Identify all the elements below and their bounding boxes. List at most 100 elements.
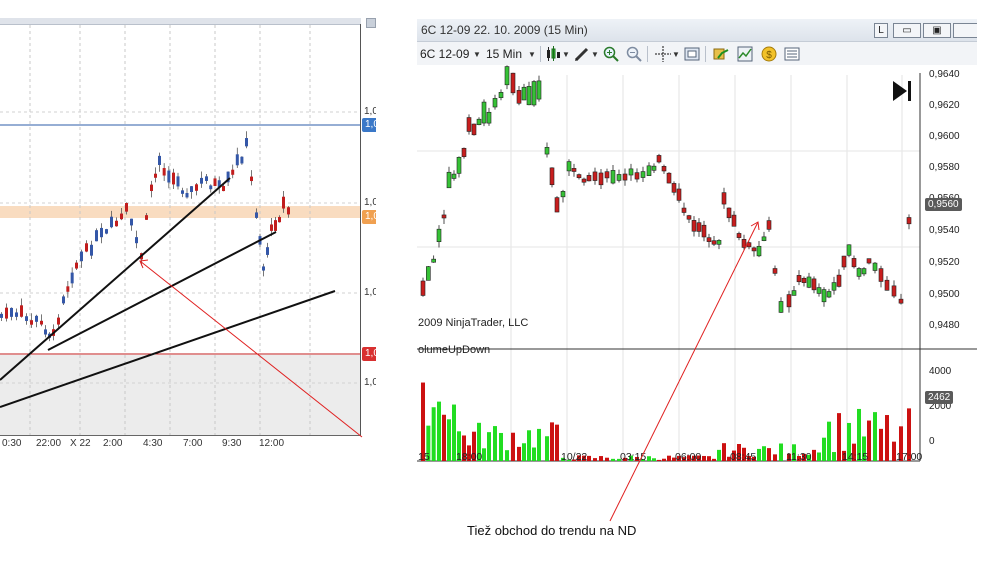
- left-candle: [287, 207, 290, 215]
- candle: [801, 277, 807, 283]
- candle: [778, 301, 784, 313]
- left-price-label: 1,0: [364, 287, 376, 298]
- left-candlestick-chart: [0, 25, 360, 435]
- left-candle: [278, 216, 281, 223]
- left-candle: [25, 316, 28, 321]
- volume-bar: [837, 413, 841, 461]
- price-axis-label: 0,9600: [929, 131, 960, 142]
- toolbar-separator: [647, 46, 648, 62]
- left-time-label: 9:30: [222, 438, 242, 449]
- candle: [851, 258, 857, 268]
- volume-bar: [812, 449, 816, 461]
- candle: [786, 294, 792, 308]
- left-time-label: 12:00: [259, 438, 285, 449]
- candle: [622, 173, 628, 181]
- candle: [628, 168, 634, 176]
- pencil-icon[interactable]: [574, 46, 590, 62]
- crosshair-dropdown-icon[interactable]: ▼: [672, 50, 680, 59]
- minimize-button[interactable]: ▭: [893, 23, 921, 38]
- candle: [696, 222, 702, 232]
- drawing-tools-dropdown-icon[interactable]: ▼: [591, 50, 599, 59]
- left-time-label: 2:00: [103, 438, 123, 449]
- volume-bar: [873, 412, 877, 461]
- interval-dropdown-icon[interactable]: ▼: [528, 50, 536, 59]
- candle: [504, 66, 510, 86]
- left-candle: [235, 154, 239, 166]
- candle: [898, 298, 904, 304]
- left-price-tag-orange: 1,0: [362, 210, 376, 224]
- candle: [549, 167, 555, 186]
- left-candle: [245, 138, 248, 147]
- left-window-button[interactable]: [366, 18, 376, 28]
- coin-icon[interactable]: $: [761, 46, 777, 62]
- left-time-axis-line: [0, 435, 360, 436]
- volume-bar: [717, 449, 721, 461]
- chart-background: [417, 65, 977, 469]
- candle: [872, 262, 878, 271]
- volume-bar: [593, 458, 597, 461]
- candle: [731, 214, 737, 227]
- volume-bar: [652, 458, 656, 461]
- chart-style-dropdown-icon[interactable]: ▼: [562, 50, 570, 59]
- candle: [706, 237, 712, 242]
- left-candle: [100, 227, 103, 238]
- volume-bar: [499, 432, 503, 461]
- candle: [451, 173, 457, 179]
- candlestick-icon[interactable]: [545, 46, 561, 62]
- left-candle: [80, 251, 83, 262]
- left-candle: [125, 203, 128, 212]
- window-title-bar[interactable]: 6C 12-09 22. 10. 2009 (15 Min) L ▭ ▣: [417, 19, 977, 42]
- left-candle: [95, 230, 98, 242]
- left-candle: [167, 170, 171, 183]
- candle: [686, 215, 692, 220]
- left-candle: [90, 244, 93, 256]
- left-candle: [213, 178, 217, 187]
- maximize-button[interactable]: ▣: [923, 23, 951, 38]
- left-candle: [266, 247, 269, 255]
- zoom-in-icon[interactable]: [603, 46, 619, 62]
- crosshair-icon[interactable]: [655, 46, 671, 62]
- left-time-label: 4:30: [143, 438, 163, 449]
- chart-toolbar: 6C 12-09 ▼ 15 Min ▼ ▼ ▼ ▼ $: [417, 42, 977, 66]
- left-candle: [105, 229, 108, 234]
- strategy-icon[interactable]: [713, 46, 729, 62]
- zoom-out-icon[interactable]: [626, 46, 642, 62]
- candle: [640, 171, 646, 178]
- instrument-selector[interactable]: 6C 12-09: [420, 47, 469, 61]
- candle: [711, 240, 717, 245]
- candle: [826, 291, 832, 298]
- volume-bar: [437, 401, 441, 461]
- volume-bar: [522, 443, 526, 461]
- left-chart-panel: 1,0 1,0 1,0 1,0 1,0 1,0 1,0 0:30 22:00 X…: [0, 0, 376, 455]
- candle: [531, 81, 537, 106]
- properties-icon[interactable]: [684, 46, 700, 62]
- candle: [766, 220, 772, 230]
- interval-selector[interactable]: 15 Min: [486, 47, 522, 61]
- left-candle: [158, 155, 161, 165]
- volume-axis-label: 4000: [929, 366, 952, 377]
- volume-bar: [431, 407, 436, 461]
- left-candle: [282, 196, 285, 209]
- time-axis-label: 18:00: [456, 451, 483, 463]
- close-button[interactable]: [953, 23, 977, 38]
- candle: [576, 174, 582, 179]
- volume-bar: [550, 422, 554, 461]
- left-time-label: 0:30: [2, 438, 22, 449]
- candle: [634, 172, 640, 180]
- candle: [821, 289, 827, 303]
- volume-bar: [657, 459, 661, 461]
- candle: [492, 98, 498, 108]
- candle: [498, 92, 504, 98]
- link-button[interactable]: L: [874, 23, 888, 38]
- indicator-icon[interactable]: [737, 46, 753, 62]
- candle: [816, 287, 822, 294]
- left-candle: [200, 177, 203, 184]
- time-axis-label: 08:45: [730, 451, 757, 463]
- instrument-dropdown-icon[interactable]: ▼: [473, 50, 481, 59]
- candle: [661, 166, 667, 172]
- volume-bar: [487, 432, 491, 461]
- data-box-icon[interactable]: [784, 46, 800, 62]
- annotation-text: Tiež obchod do trendu na ND: [467, 523, 637, 538]
- left-candle: [0, 313, 3, 318]
- candle: [811, 278, 817, 291]
